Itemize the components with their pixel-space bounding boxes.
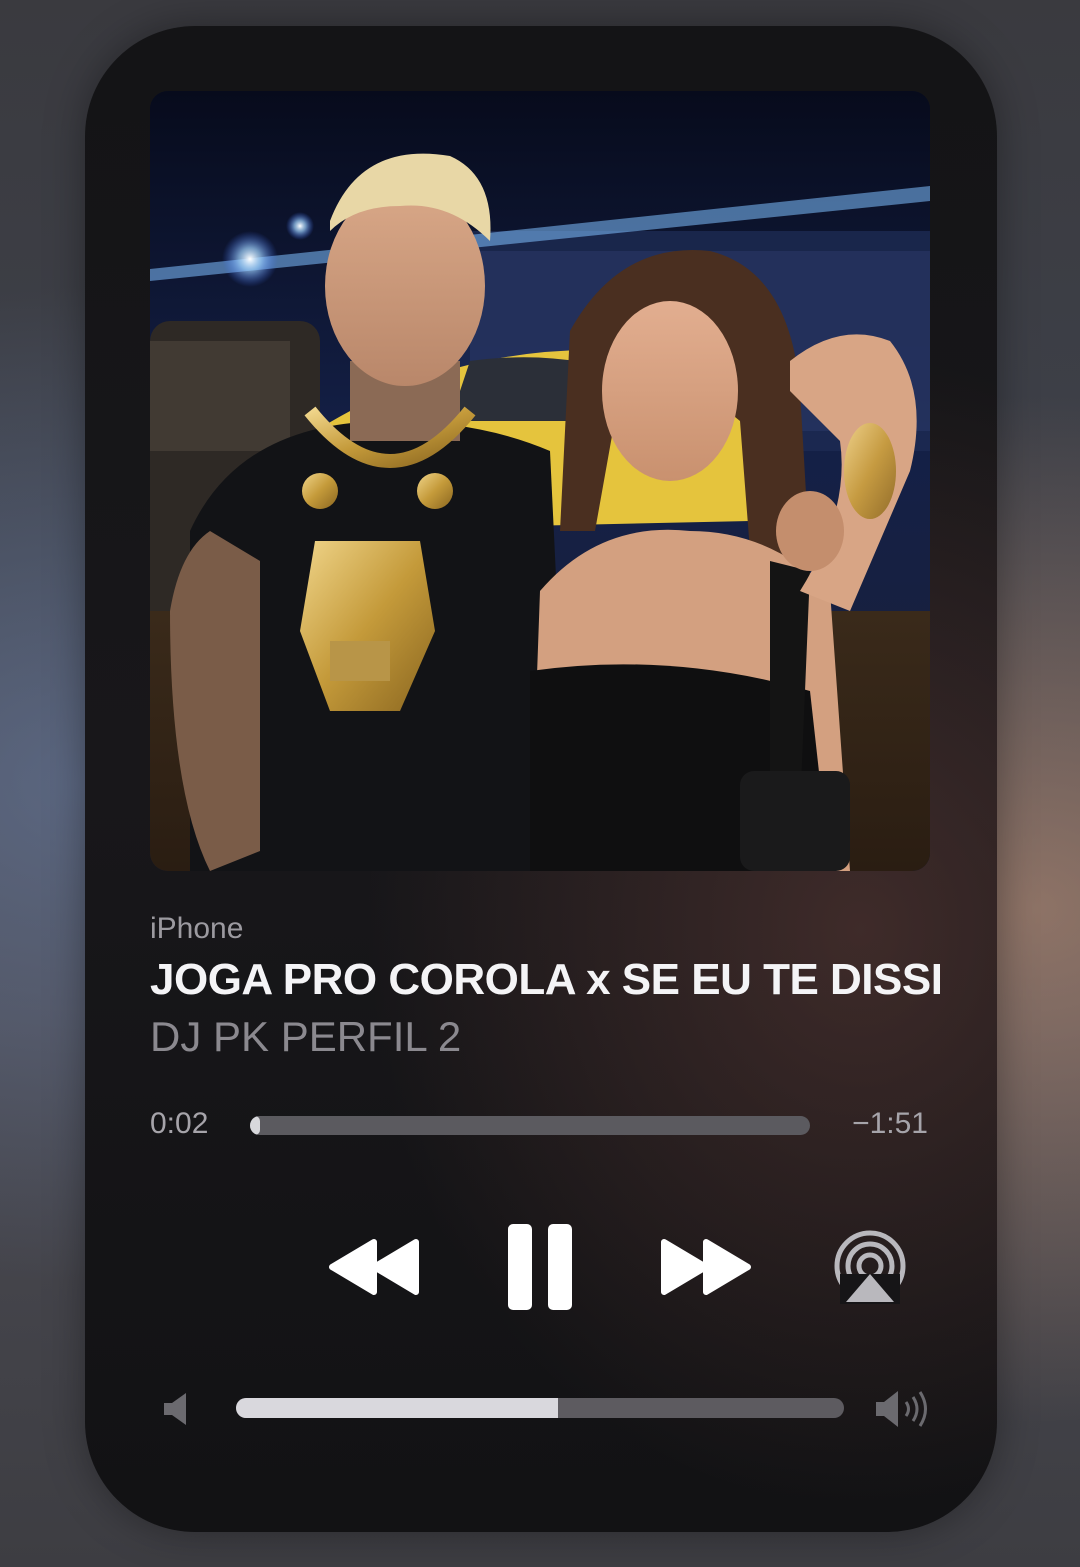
volume-slider[interactable] — [236, 1398, 844, 1418]
rewind-button[interactable] — [328, 1238, 420, 1296]
remaining-time: −1:51 — [852, 1107, 928, 1140]
pause-button[interactable] — [506, 1224, 574, 1310]
pause-icon — [508, 1224, 572, 1310]
forward-icon — [661, 1239, 751, 1295]
track-title: JOGA PRO COROLA x SE EU TE DISSER — [150, 955, 940, 1004]
forward-button[interactable] — [660, 1238, 752, 1296]
progress-scrubber[interactable] — [250, 1116, 810, 1135]
airplay-icon — [834, 1230, 906, 1304]
output-device-label: iPhone — [150, 912, 244, 945]
volume-fill — [236, 1398, 559, 1418]
album-artwork — [150, 91, 930, 871]
elapsed-time: 0:02 — [150, 1107, 209, 1140]
speaker-low-icon — [162, 1392, 192, 1431]
airplay-button[interactable] — [832, 1230, 908, 1304]
backward-icon — [329, 1239, 419, 1295]
artist-name: DJ PK PERFIL 2 — [150, 1013, 462, 1060]
speaker-high-icon — [874, 1388, 934, 1435]
